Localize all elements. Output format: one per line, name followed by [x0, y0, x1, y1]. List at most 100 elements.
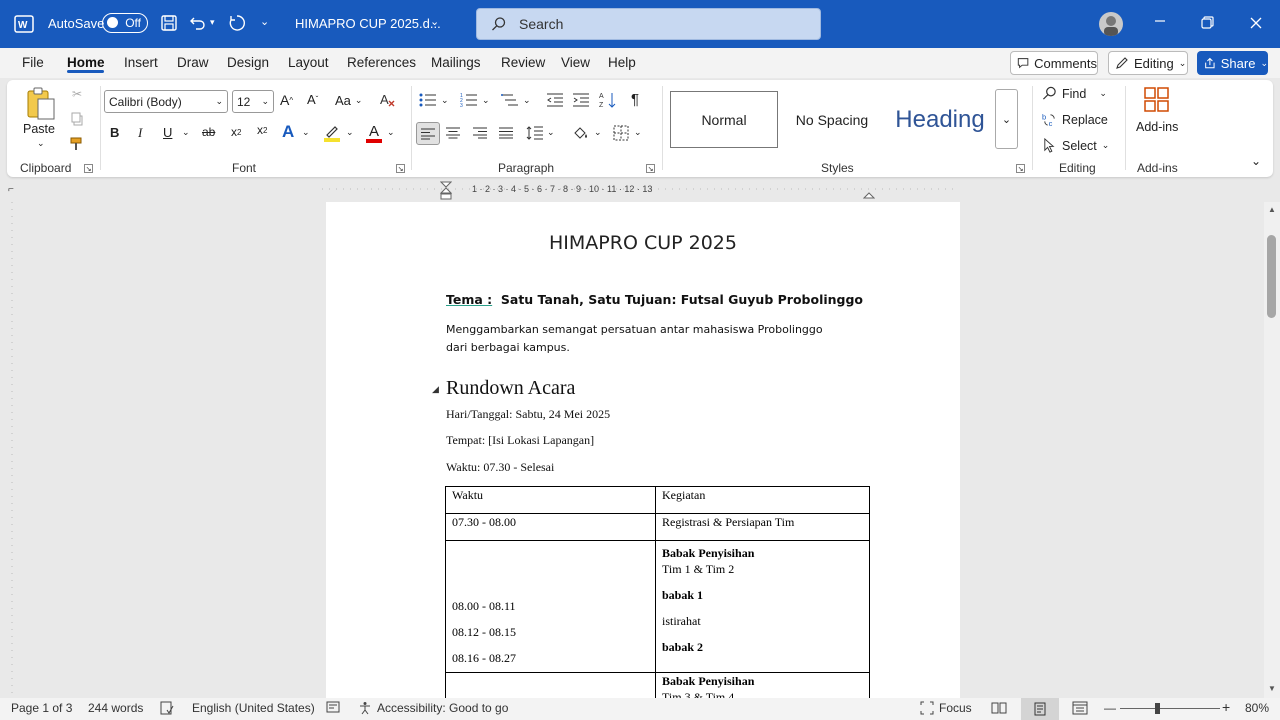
bullets-chevron-icon[interactable]: ⌄ [441, 95, 449, 106]
redo-icon[interactable] [228, 14, 246, 32]
print-layout-icon[interactable] [1021, 698, 1059, 720]
font-size-select[interactable]: 12 ⌄ [232, 90, 274, 113]
find-button[interactable]: Find ⌄ [1042, 86, 1107, 101]
tab-home[interactable]: Home [67, 55, 105, 70]
numbering-chevron-icon[interactable]: ⌄ [482, 95, 490, 106]
tab-file[interactable]: File [22, 55, 44, 70]
tab-review[interactable]: Review [501, 55, 545, 70]
subscript-icon[interactable]: x2 [231, 125, 241, 139]
proofing-icon[interactable] [160, 701, 174, 715]
cut-icon[interactable]: ✂ [69, 86, 85, 102]
page-count[interactable]: Page 1 of 3 [11, 701, 72, 715]
select-button[interactable]: Select ⌄ [1042, 138, 1109, 153]
justify-icon[interactable] [499, 127, 513, 139]
shading-chevron-icon[interactable]: ⌄ [594, 127, 602, 138]
paragraph-launcher-icon[interactable]: ↘ [646, 164, 655, 173]
multilevel-list-icon[interactable] [501, 92, 519, 108]
zoom-in-icon[interactable]: + [1222, 699, 1230, 715]
read-mode-icon[interactable] [991, 701, 1007, 715]
style-normal[interactable]: Normal [670, 91, 778, 148]
copy-icon[interactable] [69, 111, 85, 127]
doc-name-chevron-icon[interactable]: ⌄ [430, 15, 439, 28]
align-left-icon[interactable] [416, 122, 440, 145]
text-effects-icon[interactable]: A [282, 122, 294, 142]
language-indicator[interactable]: English (United States) [192, 701, 315, 715]
underline-icon[interactable]: U [163, 125, 172, 140]
borders-icon[interactable] [613, 125, 629, 141]
replace-button[interactable]: bc Replace [1042, 112, 1108, 128]
tab-selector-icon[interactable]: ⌐ [8, 184, 14, 195]
bullets-icon[interactable] [419, 92, 437, 108]
restore-icon[interactable] [1200, 16, 1214, 30]
paste-icon[interactable] [25, 86, 57, 122]
paste-label[interactable]: Paste [23, 122, 55, 136]
highlight-chevron-icon[interactable]: ⌄ [346, 127, 354, 138]
share-button[interactable]: Share ⌄ [1197, 51, 1268, 75]
underline-chevron-icon[interactable]: ⌄ [182, 127, 190, 138]
focus-button[interactable]: Focus [920, 701, 972, 715]
zoom-level[interactable]: 80% [1245, 701, 1269, 715]
avatar[interactable] [1099, 12, 1123, 36]
clipboard-launcher-icon[interactable]: ↘ [84, 164, 93, 173]
line-spacing-icon[interactable] [526, 125, 544, 141]
tab-layout[interactable]: Layout [288, 55, 329, 70]
clear-formatting-icon[interactable]: A [379, 91, 397, 109]
tab-help[interactable]: Help [608, 55, 636, 70]
autosave-toggle[interactable]: Off [102, 13, 148, 33]
style-no-spacing[interactable]: No Spacing [779, 91, 885, 148]
accessibility-button[interactable]: Accessibility: Good to go [358, 701, 508, 715]
align-right-icon[interactable] [473, 127, 487, 139]
numbering-icon[interactable]: 123 [460, 92, 478, 108]
undo-dropdown-icon[interactable]: ▾ [210, 17, 215, 28]
multilevel-chevron-icon[interactable]: ⌄ [523, 95, 531, 106]
font-launcher-icon[interactable]: ↘ [396, 164, 405, 173]
comments-button[interactable]: Comments [1010, 51, 1098, 75]
tab-design[interactable]: Design [227, 55, 269, 70]
horizontal-ruler[interactable]: ⌐ 1 · 2 · 3 · 4 · 5 · 6 · 7 · 8 · 9 · 10… [0, 181, 1280, 200]
tab-insert[interactable]: Insert [124, 55, 158, 70]
word-count[interactable]: 244 words [88, 701, 143, 715]
text-predictions-icon[interactable] [326, 701, 340, 713]
document-name[interactable]: HIMAPRO CUP 2025.d... [295, 16, 441, 31]
web-layout-icon[interactable] [1072, 701, 1088, 715]
zoom-slider[interactable] [1120, 708, 1220, 709]
vertical-scrollbar[interactable]: ▲ ▼ [1264, 202, 1280, 698]
tab-view[interactable]: View [561, 55, 590, 70]
bold-icon[interactable]: B [110, 125, 119, 140]
undo-icon[interactable] [189, 14, 207, 32]
tab-draw[interactable]: Draw [177, 55, 209, 70]
strikethrough-icon[interactable]: ab [202, 125, 215, 139]
styles-more-icon[interactable]: ⌄ [995, 89, 1018, 149]
zoom-slider-thumb[interactable] [1155, 703, 1160, 714]
font-name-select[interactable]: Calibri (Body) ⌄ [104, 90, 228, 113]
minimize-icon[interactable] [1153, 14, 1167, 28]
tab-references[interactable]: References [347, 55, 416, 70]
line-spacing-chevron-icon[interactable]: ⌄ [547, 127, 555, 138]
add-ins-button[interactable]: Add-ins [1136, 120, 1178, 134]
highlight-icon[interactable] [323, 122, 341, 144]
add-ins-icon[interactable] [1143, 86, 1171, 114]
search-box[interactable]: Search [476, 8, 821, 40]
font-color-icon[interactable]: A [365, 122, 383, 144]
collapse-heading-icon[interactable]: ◢ [432, 384, 439, 395]
scrollbar-thumb[interactable] [1267, 235, 1276, 318]
document-page[interactable]: HIMAPRO CUP 2025 Tema : Satu Tanah, Satu… [326, 202, 960, 698]
customize-qat-icon[interactable]: ⌄ [260, 15, 269, 28]
italic-icon[interactable]: I [138, 125, 142, 141]
scroll-down-icon[interactable]: ▼ [1268, 684, 1276, 693]
editing-mode-button[interactable]: Editing ⌄ [1108, 51, 1188, 75]
collapse-ribbon-icon[interactable]: ⌄ [1251, 154, 1261, 168]
align-center-icon[interactable] [446, 127, 460, 139]
scroll-up-icon[interactable]: ▲ [1268, 205, 1276, 214]
save-icon[interactable] [160, 14, 178, 32]
styles-launcher-icon[interactable]: ↘ [1016, 164, 1025, 173]
grow-font-icon[interactable]: A ^ [280, 92, 293, 108]
change-case-button[interactable]: Aa ⌄ [335, 93, 362, 108]
font-color-chevron-icon[interactable]: ⌄ [387, 127, 395, 138]
show-formatting-marks-icon[interactable]: ¶ [631, 91, 639, 108]
increase-indent-icon[interactable] [572, 92, 590, 108]
tab-mailings[interactable]: Mailings [431, 55, 481, 70]
zoom-out-icon[interactable]: — [1104, 701, 1116, 715]
decrease-indent-icon[interactable] [546, 92, 564, 108]
format-painter-icon[interactable] [69, 136, 85, 152]
